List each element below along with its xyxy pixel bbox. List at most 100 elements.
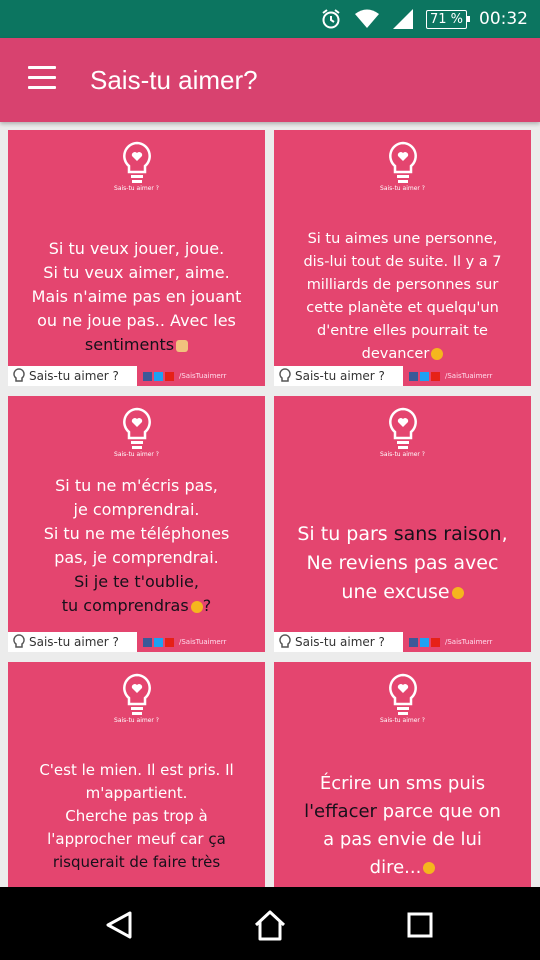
- quote-text: C'est le mien. Il est pris. Il m'apparti…: [16, 759, 257, 874]
- quote-line-text: ,: [501, 523, 508, 545]
- wink-emoji-icon: [451, 586, 464, 599]
- footer-name: Sais-tu aimer ?: [29, 369, 119, 383]
- quote-line: l'effacer parce que on: [282, 798, 523, 826]
- social-handle: /SaisTuaimerr: [179, 638, 227, 646]
- card-footer: Sais-tu aimer ? /SaisTuaimerr: [8, 366, 265, 386]
- social-strip: /SaisTuaimerr: [403, 366, 531, 386]
- app-bar: Sais-tu aimer?: [0, 38, 540, 122]
- facebook-icon: [409, 637, 418, 647]
- quote-highlight: l'effacer: [304, 801, 377, 822]
- footer-name: Sais-tu aimer ?: [29, 635, 119, 649]
- bulb-pin-icon: [279, 634, 291, 648]
- quote-card-5[interactable]: Sais-tu aimer ? C'est le mien. Il est pr…: [8, 662, 265, 887]
- twitter-icon: [420, 637, 429, 647]
- status-icons: 71 % 00:32: [320, 0, 528, 38]
- quote-line-text: Si tu pars: [297, 523, 388, 545]
- quote-card-2[interactable]: Sais-tu aimer ? Si tu aimes une personne…: [274, 130, 531, 386]
- youtube-icon: [431, 371, 440, 381]
- quote-line: d'entre elles pourrait te: [317, 323, 488, 339]
- hamburger-icon[interactable]: [22, 66, 62, 96]
- card-mini-title: Sais-tu aimer ?: [114, 717, 159, 724]
- facebook-icon: [143, 637, 152, 647]
- clock: 00:32: [479, 9, 528, 29]
- lightbulb-icon: [388, 407, 417, 449]
- lightbulb-icon: [388, 673, 417, 715]
- quote-line-text: l'approcher meuf car: [47, 830, 204, 848]
- quote-highlight: Si je te t'oublie,: [74, 572, 199, 591]
- app-title: Sais-tu aimer?: [90, 65, 258, 95]
- quote-line: dire...: [282, 854, 523, 882]
- battery-indicator: 71 %: [425, 9, 471, 29]
- quote-line: sentiments: [16, 333, 257, 357]
- quote-highlight: risquerait de faire très: [52, 853, 221, 871]
- card-mini-title: Sais-tu aimer ?: [380, 185, 425, 192]
- signal-icon: [392, 9, 413, 29]
- quote-line-text: une excuse: [341, 581, 450, 603]
- lightbulb-icon: [122, 141, 151, 183]
- card-mini-title: Sais-tu aimer ?: [380, 717, 425, 724]
- quote-line: Cherche pas trop à: [65, 807, 208, 825]
- quote-line: Si tu veux jouer, joue.: [48, 239, 225, 258]
- lightbulb-icon: [122, 673, 151, 715]
- quote-highlight: sans raison: [393, 523, 502, 545]
- quote-line: Écrire un sms puis: [319, 773, 486, 794]
- twitter-icon: [420, 371, 429, 381]
- quote-line: Si tu pars sans raison,: [282, 520, 523, 549]
- bulb-pin-icon: [279, 368, 291, 382]
- card-footer: Sais-tu aimer ? /SaisTuaimerr: [274, 366, 531, 386]
- quote-line-text: devancer: [361, 346, 430, 362]
- youtube-icon: [165, 371, 174, 381]
- back-triangle-icon[interactable]: [100, 905, 140, 945]
- quote-text: Si tu ne m'écris pas, je comprendrai. Si…: [16, 474, 257, 618]
- lightbulb-icon: [122, 407, 151, 449]
- social-handle: /SaisTuaimerr: [179, 372, 227, 380]
- status-bar: 71 % 00:32: [0, 0, 540, 38]
- quote-line: dis-lui tout de suite. Il y a 7: [303, 254, 502, 270]
- quote-line: m'appartient.: [85, 784, 188, 802]
- quote-line: une excuse: [282, 578, 523, 607]
- quote-highlight: tu comprendras: [61, 596, 189, 615]
- quote-grid: Sais-tu aimer ? Si tu veux jouer, joue. …: [0, 122, 540, 887]
- twitter-icon: [154, 371, 163, 381]
- quote-line: milliards de personnes sur: [306, 277, 499, 293]
- lightbulb-icon: [388, 141, 417, 183]
- card-footer: Sais-tu aimer ? /SaisTuaimerr: [274, 632, 531, 652]
- social-strip: /SaisTuaimerr: [137, 366, 265, 386]
- quote-card-4[interactable]: Sais-tu aimer ? Si tu pars sans raison, …: [274, 396, 531, 652]
- youtube-icon: [165, 637, 174, 647]
- quote-line: Si tu ne me téléphones: [43, 524, 230, 543]
- card-mini-title: Sais-tu aimer ?: [114, 451, 159, 458]
- quote-line: devancer: [282, 343, 523, 366]
- quote-card-1[interactable]: Sais-tu aimer ? Si tu veux jouer, joue. …: [8, 130, 265, 386]
- quote-line: tu comprendras?: [16, 594, 257, 618]
- quote-line: Si tu ne m'écris pas,: [55, 476, 218, 495]
- quote-text: Si tu veux jouer, joue. Si tu veux aimer…: [16, 237, 257, 357]
- quote-line: C'est le mien. Il est pris. Il: [39, 761, 234, 779]
- quote-text: Écrire un sms puis l'effacer parce que o…: [282, 770, 523, 882]
- twitter-icon: [154, 637, 163, 647]
- quote-card-3[interactable]: Sais-tu aimer ? Si tu ne m'écris pas, je…: [8, 396, 265, 652]
- social-strip: /SaisTuaimerr: [137, 632, 265, 652]
- wink-emoji-icon: [431, 348, 444, 360]
- quote-line: Mais n'aime pas en jouant: [31, 287, 242, 306]
- quote-card-6[interactable]: Sais-tu aimer ? Écrire un sms puis l'eff…: [274, 662, 531, 887]
- bulb-pin-icon: [13, 634, 25, 648]
- quote-line: Si tu veux aimer, aime.: [43, 263, 230, 282]
- quote-line-text: dire...: [369, 857, 422, 878]
- facebook-icon: [143, 371, 152, 381]
- quote-line: l'approcher meuf car ça: [16, 828, 257, 851]
- footer-name: Sais-tu aimer ?: [295, 369, 385, 383]
- quote-text: Si tu aimes une personne, dis-lui tout d…: [282, 228, 523, 366]
- recents-square-icon[interactable]: [400, 905, 440, 945]
- navigation-bar: [0, 887, 540, 960]
- quote-line: cette planète et quelqu'un: [306, 300, 499, 316]
- wink-emoji-icon: [190, 600, 203, 613]
- quote-line: Si tu aimes une personne,: [307, 231, 498, 247]
- quote-text: Si tu pars sans raison, Ne reviens pas a…: [282, 520, 523, 607]
- quote-line: Ne reviens pas avec: [306, 552, 499, 574]
- home-icon[interactable]: [250, 905, 290, 945]
- social-handle: /SaisTuaimerr: [445, 372, 493, 380]
- card-mini-title: Sais-tu aimer ?: [114, 185, 159, 192]
- wifi-icon: [354, 9, 379, 28]
- quote-line: je comprendrai.: [73, 500, 200, 519]
